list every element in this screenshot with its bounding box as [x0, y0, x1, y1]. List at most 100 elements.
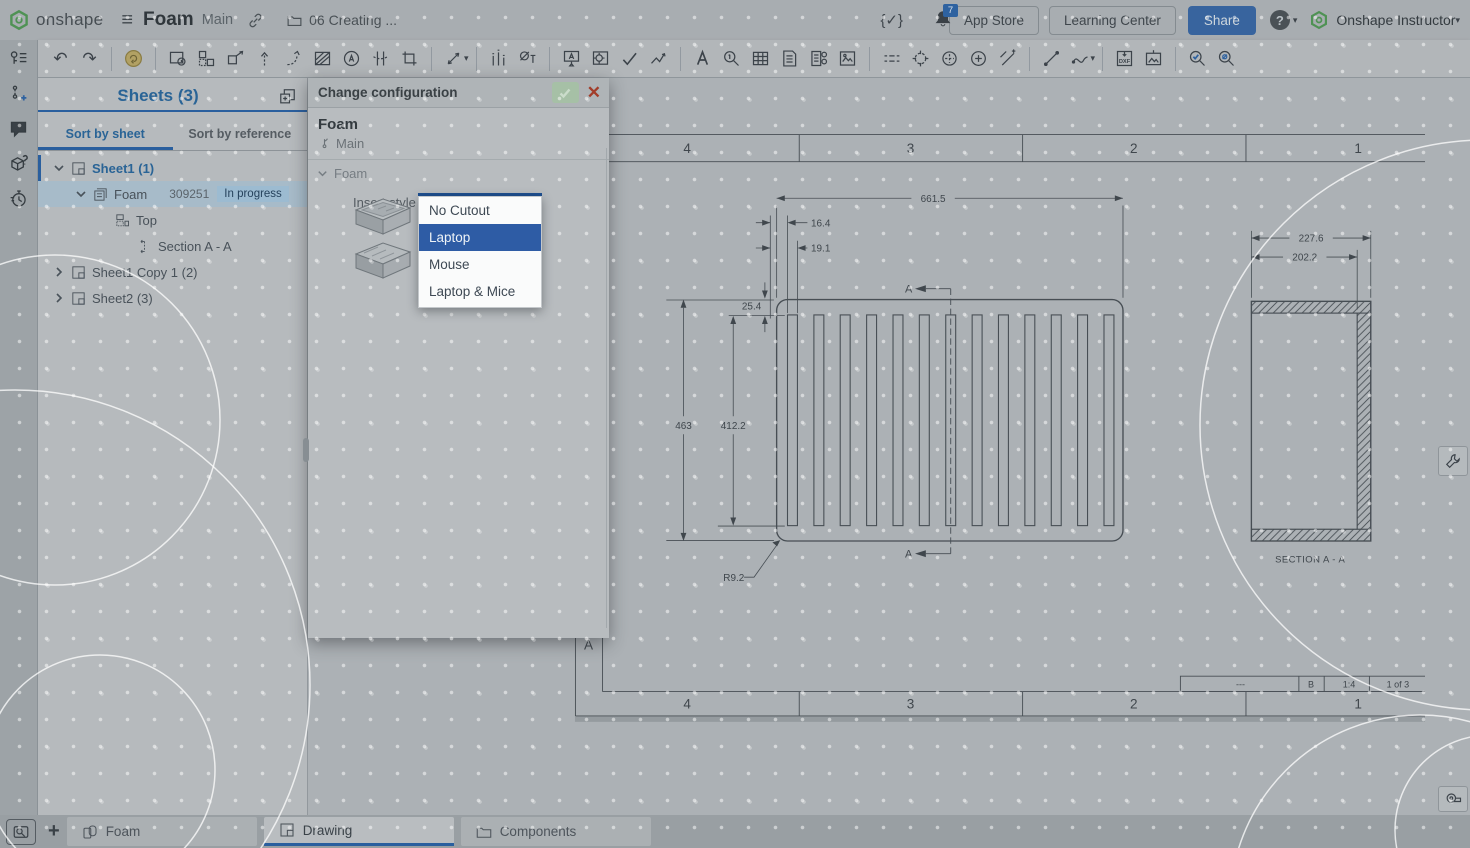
svg-text:1:4: 1:4	[1343, 679, 1356, 689]
drawing-tab-icon	[278, 821, 296, 839]
user-name[interactable]: Onshape Instructor	[1336, 12, 1455, 28]
detail-view-icon[interactable]	[337, 45, 366, 73]
main-view[interactable]	[777, 300, 1123, 541]
add-tab-button[interactable]: +	[48, 820, 60, 843]
share-button[interactable]: Share	[1188, 6, 1256, 35]
section-view-tree-icon	[136, 238, 153, 255]
option-laptop[interactable]: Laptop	[419, 224, 541, 251]
redo-icon[interactable]: ↷	[75, 45, 104, 73]
circle-centerline-icon[interactable]	[935, 45, 964, 73]
image-table-icon[interactable]	[833, 45, 862, 73]
auto-balloon-icon[interactable]	[804, 45, 833, 73]
center-mark-icon[interactable]	[906, 45, 935, 73]
drawing-view-icon	[92, 186, 109, 203]
crop-view-icon[interactable]	[395, 45, 424, 73]
note-icon[interactable]	[557, 45, 586, 73]
drawing-sheet: 4 3 2 1 4 3 2 1 A A A	[530, 78, 1470, 815]
chamfer-note-icon[interactable]	[993, 45, 1022, 73]
insert-style-dropdown: No Cutout Laptop Mouse Laptop & Mice	[418, 193, 542, 308]
section-view-icon[interactable]	[308, 45, 337, 73]
balloon-icon[interactable]	[586, 45, 615, 73]
dialog-close-button[interactable]: ✕	[587, 84, 601, 101]
table-icon[interactable]	[746, 45, 775, 73]
document-menu-icon[interactable]: ≡	[121, 9, 133, 32]
tab-sort-by-reference[interactable]: Sort by reference	[173, 120, 308, 150]
tree-item-top-view[interactable]: Top	[38, 207, 307, 233]
diameter-dimension-icon[interactable]	[513, 45, 542, 73]
section-view[interactable]	[1251, 301, 1370, 541]
chevron-right-icon[interactable]	[52, 265, 66, 279]
folder-name[interactable]: 06 Creating ...	[309, 12, 397, 28]
version-link-icon[interactable]	[247, 12, 264, 29]
dialog-scrollbar[interactable]	[606, 148, 607, 628]
help-icon[interactable]: ?	[1270, 10, 1290, 30]
tree-item-foam-view[interactable]: Foam 309251 In progress	[38, 181, 307, 207]
chevron-right-icon[interactable]	[52, 291, 66, 305]
move-view-icon[interactable]	[250, 45, 279, 73]
tree-item-sheet1[interactable]: Sheet1 (1)	[38, 155, 307, 181]
svg-text:3: 3	[907, 696, 915, 711]
section-line[interactable]: A A	[905, 283, 951, 560]
checked-dimension-icon[interactable]	[615, 45, 644, 73]
comments-icon[interactable]	[8, 118, 29, 139]
broken-view-icon[interactable]	[366, 45, 395, 73]
text-tool-icon[interactable]	[688, 45, 717, 73]
measure-zoom-icon[interactable]	[1212, 45, 1241, 73]
chevron-down-icon[interactable]	[52, 161, 66, 175]
surface-finish-icon[interactable]	[644, 45, 673, 73]
dialog-accept-button[interactable]	[552, 82, 579, 103]
measure-check-icon[interactable]	[1183, 45, 1212, 73]
svg-text:412.2: 412.2	[721, 421, 746, 432]
insert-view-icon[interactable]	[163, 45, 192, 73]
svg-text:4: 4	[683, 141, 691, 156]
tab-foam[interactable]: Foam	[67, 817, 257, 846]
bom-table-icon[interactable]	[775, 45, 804, 73]
app-store-button[interactable]: App Store	[949, 6, 1039, 35]
centerline-icon[interactable]	[877, 45, 906, 73]
svg-text:1: 1	[1354, 696, 1362, 711]
tab-sort-by-sheet[interactable]: Sort by sheet	[38, 120, 173, 150]
versions-icon[interactable]	[8, 83, 29, 104]
learning-center-button[interactable]: Learning Center	[1049, 6, 1176, 35]
workspace-name[interactable]: Main	[202, 12, 233, 28]
svg-text:A: A	[905, 548, 913, 560]
view-settings-button[interactable]	[1438, 446, 1468, 476]
align-view-icon[interactable]	[279, 45, 308, 73]
notifications-bell-icon[interactable]: 7	[932, 8, 954, 30]
panel-resize-handle[interactable]	[303, 438, 309, 462]
featurescript-icon[interactable]: {✓}	[880, 11, 903, 29]
chevron-down-icon[interactable]	[316, 167, 330, 181]
update-views-icon[interactable]	[119, 45, 148, 73]
dialog-header[interactable]: Change configuration ✕	[308, 78, 609, 108]
projected-views-icon[interactable]	[192, 45, 221, 73]
find-annotation-icon[interactable]	[717, 45, 746, 73]
tab-preview-icon[interactable]	[6, 819, 36, 845]
tree-item-section-view[interactable]: Section A - A	[38, 233, 307, 259]
chevron-down-icon[interactable]	[74, 187, 88, 201]
tape-measure-icon	[1443, 789, 1463, 809]
circle-mark-icon[interactable]	[964, 45, 993, 73]
export-image-icon[interactable]	[1139, 45, 1168, 73]
history-icon[interactable]	[8, 188, 29, 209]
tree-item-sheet2[interactable]: Sheet2 (3)	[38, 285, 307, 311]
export-dxf-icon[interactable]: DXF	[1110, 45, 1139, 73]
line-tool-icon[interactable]	[1037, 45, 1066, 73]
section-view-label: SECTION A - A	[1275, 555, 1345, 566]
add-sheet-icon[interactable]	[278, 87, 297, 106]
help-caret-icon: ▾	[1293, 15, 1298, 26]
ordinate-dimension-icon[interactable]	[484, 45, 513, 73]
tab-components[interactable]: Components	[461, 817, 651, 846]
option-no-cutout[interactable]: No Cutout	[419, 197, 541, 224]
option-laptop-and-mice[interactable]: Laptop & Mice	[419, 278, 541, 305]
undo-icon[interactable]: ↶	[46, 45, 75, 73]
section-dimensions: 227.6 202.2	[1251, 231, 1370, 310]
part-help-icon[interactable]	[8, 153, 29, 174]
spline-caret-icon[interactable]: ▾	[1091, 53, 1096, 64]
tab-drawing[interactable]: Drawing	[264, 817, 454, 846]
auxiliary-view-icon[interactable]	[221, 45, 250, 73]
sheets-list-icon[interactable]	[8, 48, 29, 69]
tree-item-sheet1-copy[interactable]: Sheet1 Copy 1 (2)	[38, 259, 307, 285]
measure-button[interactable]	[1438, 786, 1468, 812]
option-mouse[interactable]: Mouse	[419, 251, 541, 278]
dimension-caret-icon[interactable]: ▾	[464, 53, 469, 64]
